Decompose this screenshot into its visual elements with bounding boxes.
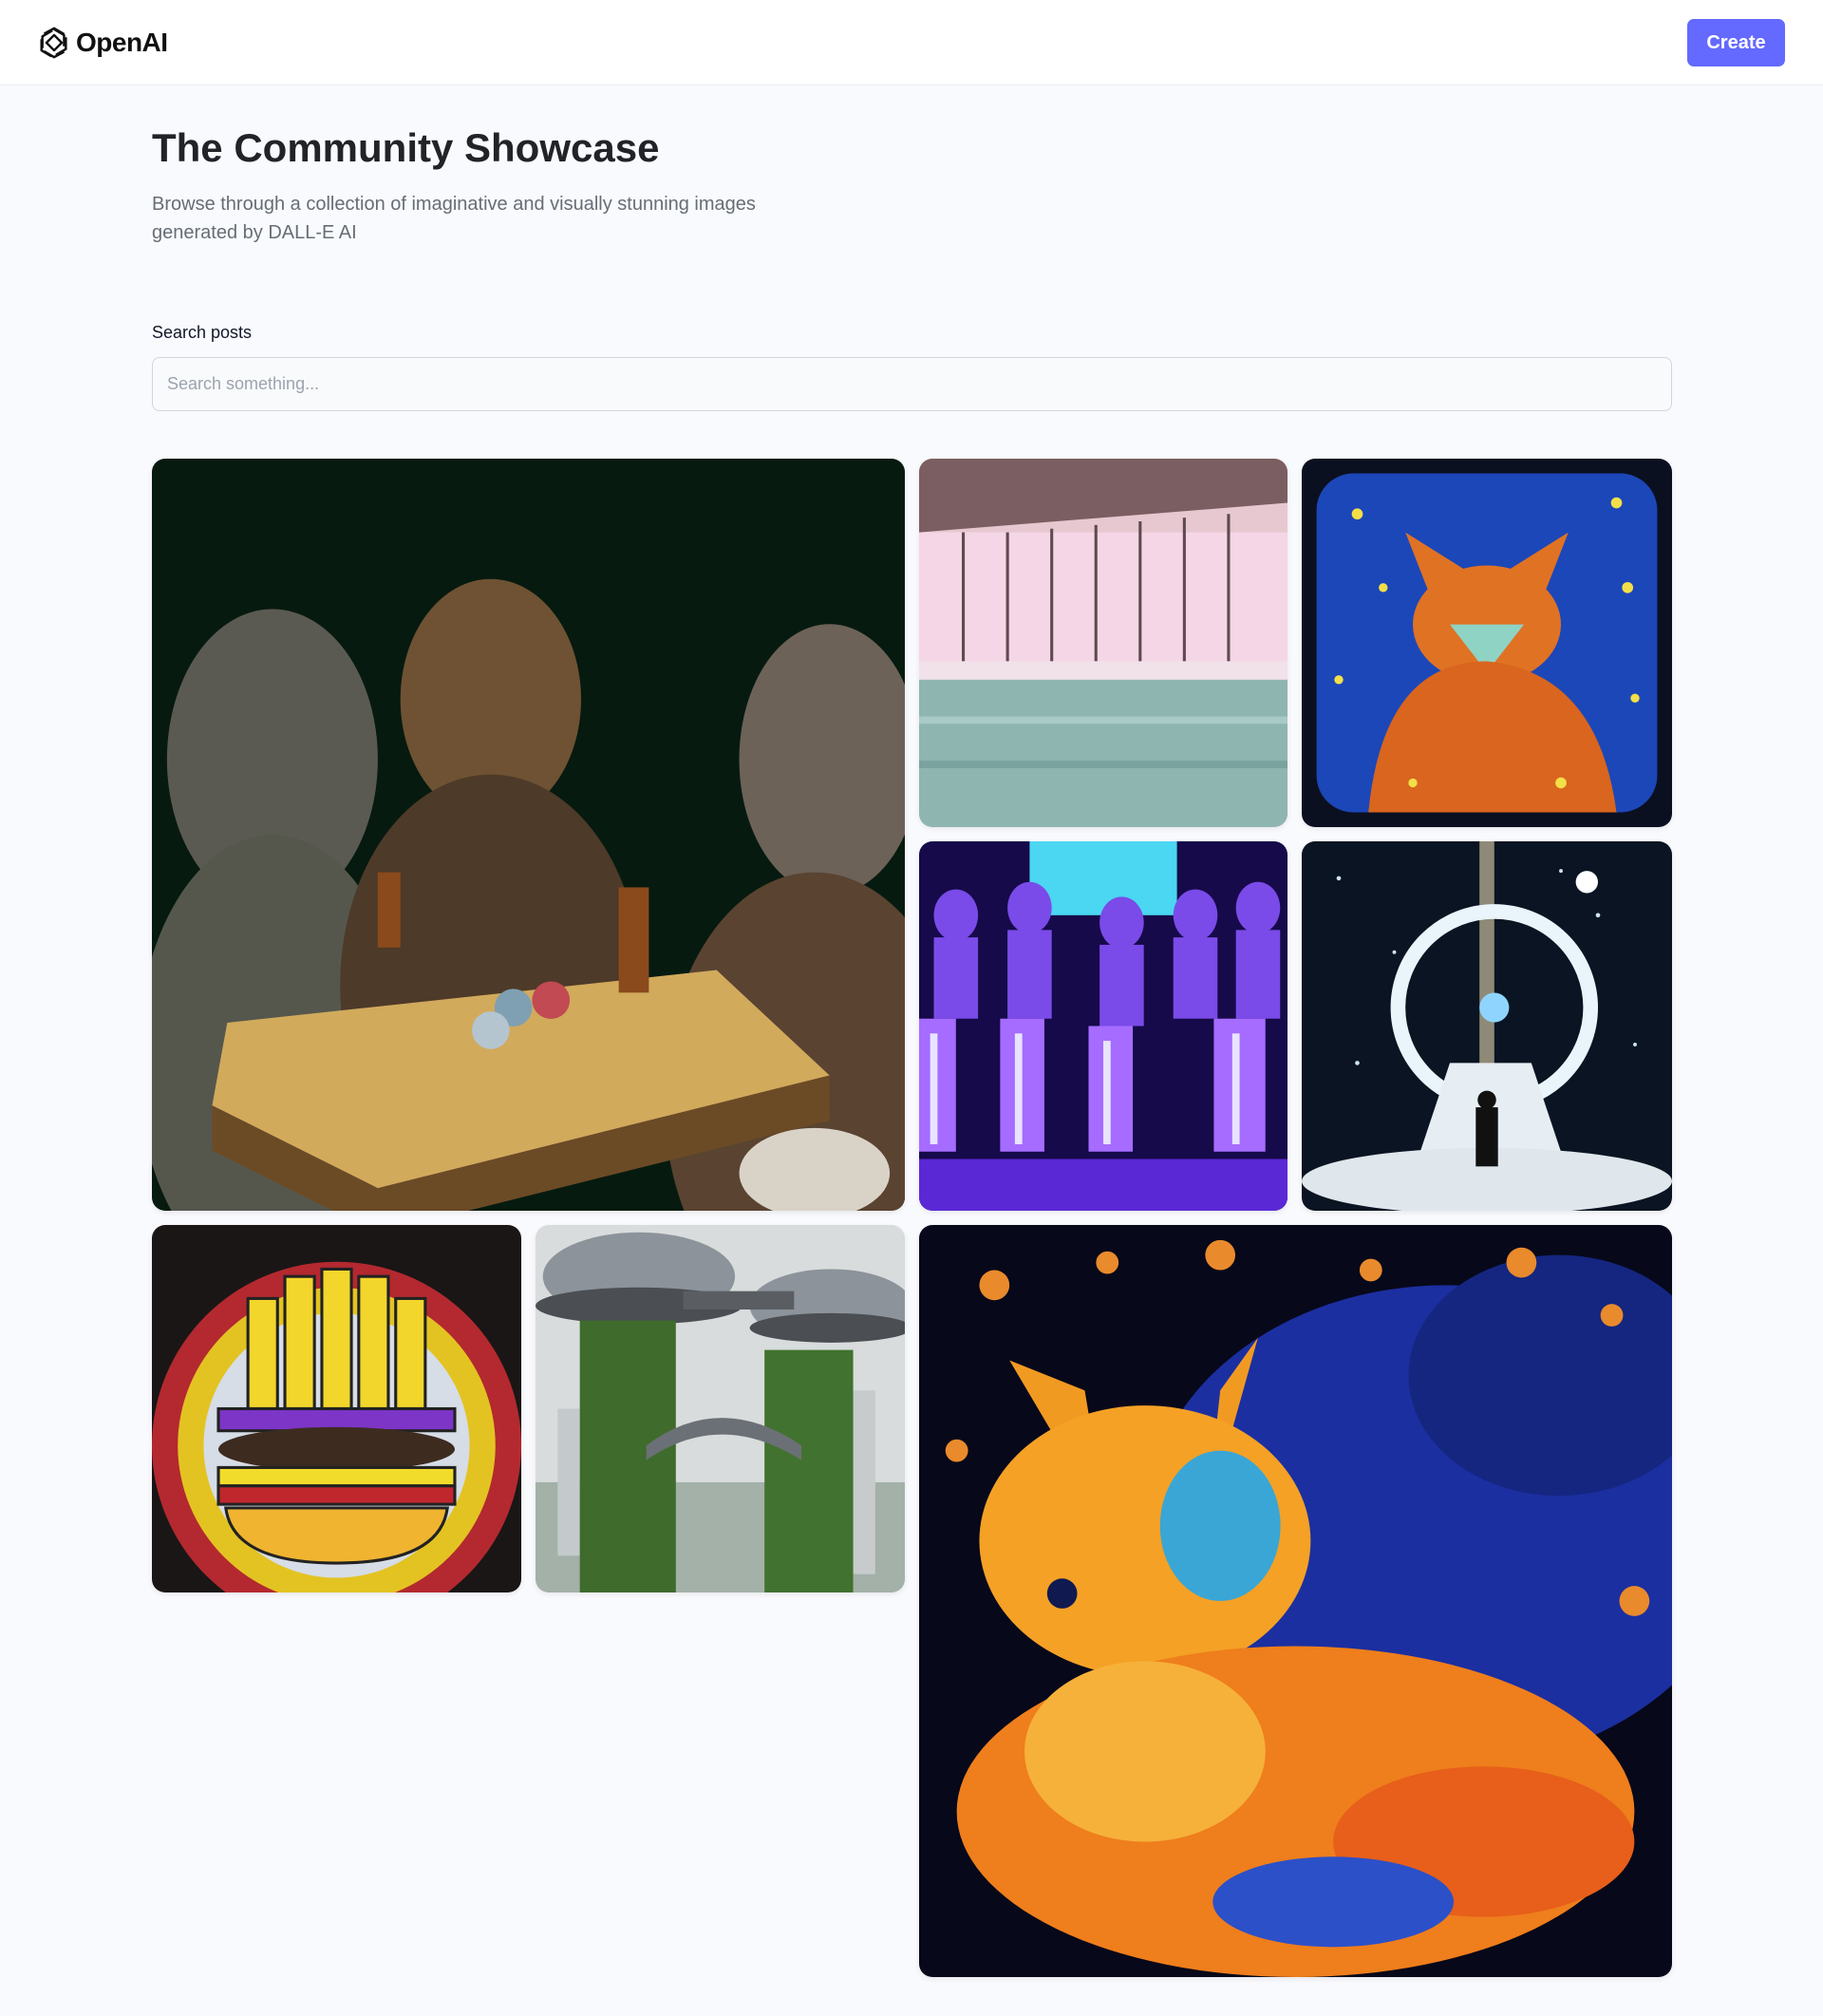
search-label: Search posts xyxy=(152,323,253,342)
openai-knot-icon xyxy=(40,27,67,59)
neon-statues-image xyxy=(919,841,1287,1211)
cosmic-portal-man-image xyxy=(1302,841,1672,1211)
futuristic-tree-towers-image xyxy=(536,1225,905,1592)
logo-text: OpenAI xyxy=(76,28,168,57)
openai-logo[interactable]: OpenAI xyxy=(36,25,168,61)
colorful-fox-mosaic-image xyxy=(919,1225,1672,1977)
gallery-card-neon-statues[interactable] xyxy=(919,841,1287,1211)
top-nav: OpenAI Create xyxy=(0,0,1823,85)
starry-fox-painting-image xyxy=(1302,459,1672,827)
stained-glass-burger-image xyxy=(152,1225,521,1592)
wolves-poker-image xyxy=(152,459,905,1211)
create-button[interactable]: Create xyxy=(1687,19,1785,66)
page-title: The Community Showcase xyxy=(152,125,660,170)
pink-pool-room-image xyxy=(919,459,1287,827)
gallery-card-pink-pool-room[interactable] xyxy=(919,459,1287,827)
gallery-card-fox-mosaic[interactable] xyxy=(919,1225,1672,1977)
search-input[interactable] xyxy=(152,357,1672,411)
gallery-card-tree-towers[interactable] xyxy=(536,1225,905,1592)
gallery-card-starry-fox[interactable] xyxy=(1302,459,1672,827)
page-subtitle: Browse through a collection of imaginati… xyxy=(152,194,756,243)
gallery-card-cosmic-portal[interactable] xyxy=(1302,841,1672,1211)
gallery-card-wolves-poker[interactable] xyxy=(152,459,905,1211)
gallery-card-stained-glass-burger[interactable] xyxy=(152,1225,521,1592)
